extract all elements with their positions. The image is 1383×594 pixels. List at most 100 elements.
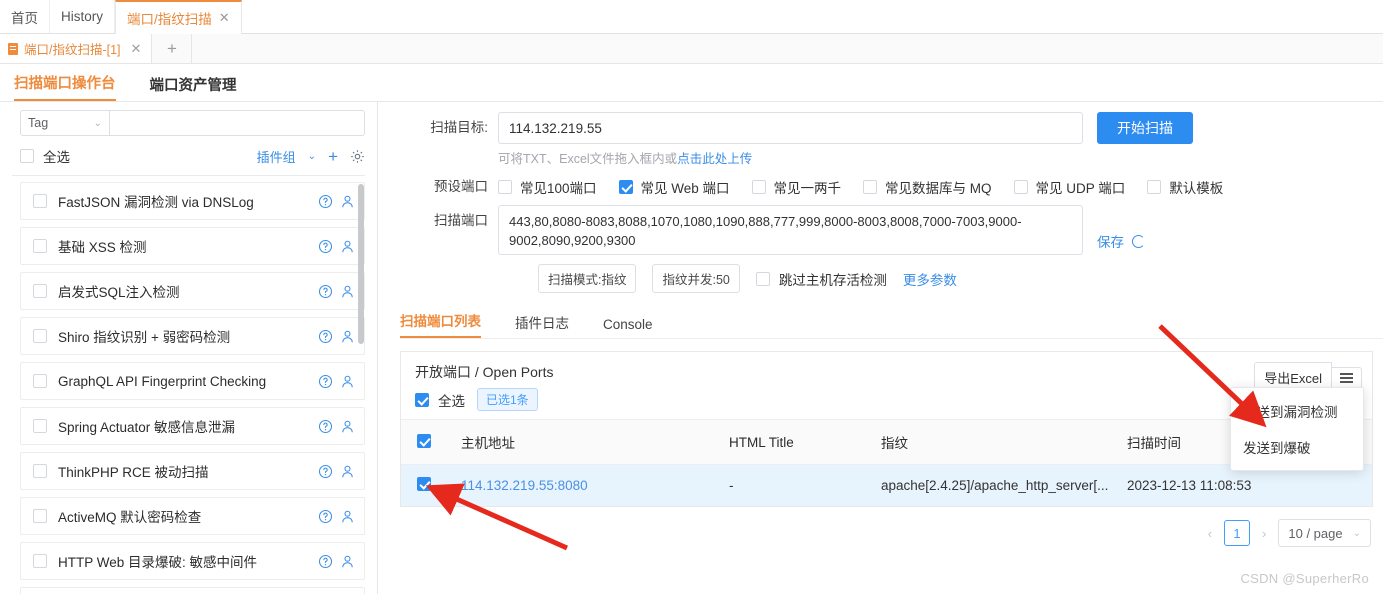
preset-common-udp[interactable]: 常见 UDP 端口 bbox=[1013, 177, 1125, 197]
tab-plugin-log[interactable]: 插件日志 bbox=[515, 312, 569, 338]
gear-icon[interactable] bbox=[350, 149, 365, 164]
plugin-item[interactable]: HTTP Web 目录爆破: 敏感中间件 bbox=[20, 542, 365, 580]
upload-hint-text: 可将TXT、Excel文件拖入框内或 bbox=[498, 152, 678, 166]
user-icon[interactable] bbox=[340, 509, 355, 524]
upload-hint-link[interactable]: 点击此处上传 bbox=[677, 152, 752, 166]
plugin-checkbox[interactable] bbox=[33, 239, 47, 253]
preset-common-db-mq[interactable]: 常见数据库与 MQ bbox=[863, 177, 992, 197]
plugin-item[interactable]: 基础 XSS 检测 bbox=[20, 227, 365, 265]
scan-ports-row: 扫描端口 443,80,8080-8083,8088,1070,1080,109… bbox=[378, 205, 1383, 255]
plugin-checkbox[interactable] bbox=[33, 554, 47, 568]
preset-checkbox[interactable] bbox=[863, 180, 878, 194]
user-icon[interactable] bbox=[340, 194, 355, 209]
plugin-checkbox[interactable] bbox=[33, 284, 47, 298]
tab-scan-port-list[interactable]: 扫描端口列表 bbox=[400, 310, 481, 338]
preset-checkbox[interactable] bbox=[498, 180, 512, 194]
user-icon[interactable] bbox=[340, 554, 355, 569]
help-icon[interactable] bbox=[318, 284, 333, 299]
help-icon[interactable] bbox=[318, 329, 333, 344]
help-icon[interactable] bbox=[318, 194, 333, 209]
plugin-checkbox[interactable] bbox=[33, 374, 47, 388]
table-row[interactable]: 114.132.219.55:8080 - apache[2.4.25]/apa… bbox=[401, 464, 1372, 506]
plugin-item[interactable]: Shiro 指纹识别 + 弱密码检测 bbox=[20, 317, 365, 355]
plugin-checkbox[interactable] bbox=[33, 329, 47, 343]
pagination-prev-button[interactable]: ‹ bbox=[1204, 526, 1216, 541]
scan-ports-textarea[interactable]: 443,80,8080-8083,8088,1070,1080,1090,888… bbox=[498, 205, 1083, 255]
plugin-item[interactable] bbox=[20, 587, 365, 594]
preset-checkbox[interactable] bbox=[1147, 180, 1162, 194]
user-icon[interactable] bbox=[340, 419, 355, 434]
more-params-link[interactable]: 更多参数 bbox=[903, 269, 957, 289]
preset-common-1000-2000[interactable]: 常见一两千 bbox=[751, 177, 841, 197]
preset-checkbox[interactable] bbox=[618, 180, 633, 194]
plugin-item[interactable]: 启发式SQL注入检测 bbox=[20, 272, 365, 310]
preset-common-100[interactable]: 常见100端口 bbox=[498, 177, 597, 197]
document-tab-port-scan-1[interactable]: 端口/指纹扫描-[1] ✕ bbox=[0, 34, 153, 63]
tag-select[interactable]: Tag ⌄ bbox=[20, 110, 110, 136]
user-icon[interactable] bbox=[340, 284, 355, 299]
window-tab-label: 端口/指纹扫描 bbox=[127, 12, 212, 27]
window-tab-history[interactable]: History bbox=[50, 0, 116, 33]
table-cell-host[interactable]: 114.132.219.55:8080 bbox=[447, 464, 715, 506]
chevron-down-icon[interactable]: ⌄ bbox=[308, 151, 316, 162]
preset-common-web[interactable]: 常见 Web 端口 bbox=[618, 177, 730, 197]
help-icon[interactable] bbox=[318, 509, 333, 524]
tab-console[interactable]: Console bbox=[603, 317, 653, 338]
preset-default-template[interactable]: 默认模板 bbox=[1147, 177, 1223, 197]
close-icon[interactable]: ✕ bbox=[131, 41, 142, 57]
plugin-group-button[interactable]: 插件组 bbox=[257, 147, 296, 166]
plugin-checkbox[interactable] bbox=[33, 419, 47, 433]
save-ports-row[interactable]: 保存 bbox=[1097, 231, 1145, 255]
plugin-name: 基础 XSS 检测 bbox=[58, 240, 147, 255]
results-select-all-checkbox[interactable] bbox=[415, 392, 429, 407]
plugin-item[interactable]: ActiveMQ 默认密码检查 bbox=[20, 497, 365, 535]
menu-item-send-to-brute-force[interactable]: 发送到爆破 bbox=[1231, 429, 1363, 465]
tab-scan-console[interactable]: 扫描端口操作台 bbox=[14, 72, 116, 101]
help-icon[interactable] bbox=[318, 554, 333, 569]
row-checkbox[interactable] bbox=[417, 477, 431, 491]
help-icon[interactable] bbox=[318, 374, 333, 389]
plugin-select-all-checkbox[interactable] bbox=[20, 149, 34, 163]
help-icon[interactable] bbox=[318, 419, 333, 434]
user-icon[interactable] bbox=[340, 464, 355, 479]
tag-search-input[interactable] bbox=[110, 110, 365, 136]
page-size-select[interactable]: 10 / page ⌄ bbox=[1278, 519, 1371, 547]
window-tab-port-scan[interactable]: 端口/指纹扫描 ✕ bbox=[115, 0, 242, 34]
save-ports-button[interactable]: 保存 bbox=[1097, 231, 1124, 251]
plugin-item[interactable]: ThinkPHP RCE 被动扫描 bbox=[20, 452, 365, 490]
plugin-name: HTTP Web 目录爆破: 敏感中间件 bbox=[58, 555, 258, 570]
plugin-item[interactable]: FastJSON 漏洞检测 via DNSLog bbox=[20, 182, 365, 220]
plugin-item[interactable]: Spring Actuator 敏感信息泄漏 bbox=[20, 407, 365, 445]
user-icon[interactable] bbox=[340, 374, 355, 389]
skip-alive-check[interactable]: 跳过主机存活检测 bbox=[755, 269, 887, 289]
user-icon[interactable] bbox=[340, 329, 355, 344]
refresh-icon[interactable] bbox=[1132, 234, 1145, 248]
start-scan-button[interactable]: 开始扫描 bbox=[1097, 112, 1193, 144]
plugin-list-scrollbar[interactable] bbox=[358, 184, 364, 344]
table-select-all-checkbox[interactable] bbox=[417, 433, 431, 448]
user-icon[interactable] bbox=[340, 239, 355, 254]
skip-alive-checkbox[interactable] bbox=[755, 271, 770, 286]
help-icon[interactable] bbox=[318, 239, 333, 254]
preset-checkbox[interactable] bbox=[1013, 180, 1028, 194]
scan-mode-button[interactable]: 扫描模式:指纹 bbox=[538, 264, 637, 293]
scan-target-input[interactable] bbox=[498, 112, 1083, 144]
plugin-checkbox[interactable] bbox=[33, 464, 47, 478]
close-icon[interactable]: ✕ bbox=[219, 10, 230, 26]
add-tab-button[interactable]: + bbox=[152, 34, 193, 63]
fingerprint-concurrency-button[interactable]: 指纹并发:50 bbox=[652, 264, 740, 293]
add-plugin-button[interactable]: + bbox=[328, 148, 338, 165]
plugin-item[interactable]: GraphQL API Fingerprint Checking bbox=[20, 362, 365, 400]
pagination-page-1[interactable]: 1 bbox=[1224, 520, 1251, 546]
pagination-next-button[interactable]: › bbox=[1258, 526, 1270, 541]
window-tab-home[interactable]: 首页 bbox=[0, 0, 50, 33]
hamburger-menu-icon[interactable] bbox=[1332, 366, 1362, 389]
plugin-name: ThinkPHP RCE 被动扫描 bbox=[58, 465, 209, 480]
open-ports-table: 主机地址 HTML Title 指纹 扫描时间 114.132.219.55:8… bbox=[401, 419, 1372, 506]
help-icon[interactable] bbox=[318, 464, 333, 479]
menu-item-send-to-vuln-scan[interactable]: 发送到漏洞检测 bbox=[1231, 393, 1363, 429]
plugin-checkbox[interactable] bbox=[33, 509, 47, 523]
plugin-checkbox[interactable] bbox=[33, 194, 47, 208]
preset-checkbox[interactable] bbox=[751, 180, 766, 194]
tab-port-asset-management[interactable]: 端口资产管理 bbox=[150, 74, 237, 101]
